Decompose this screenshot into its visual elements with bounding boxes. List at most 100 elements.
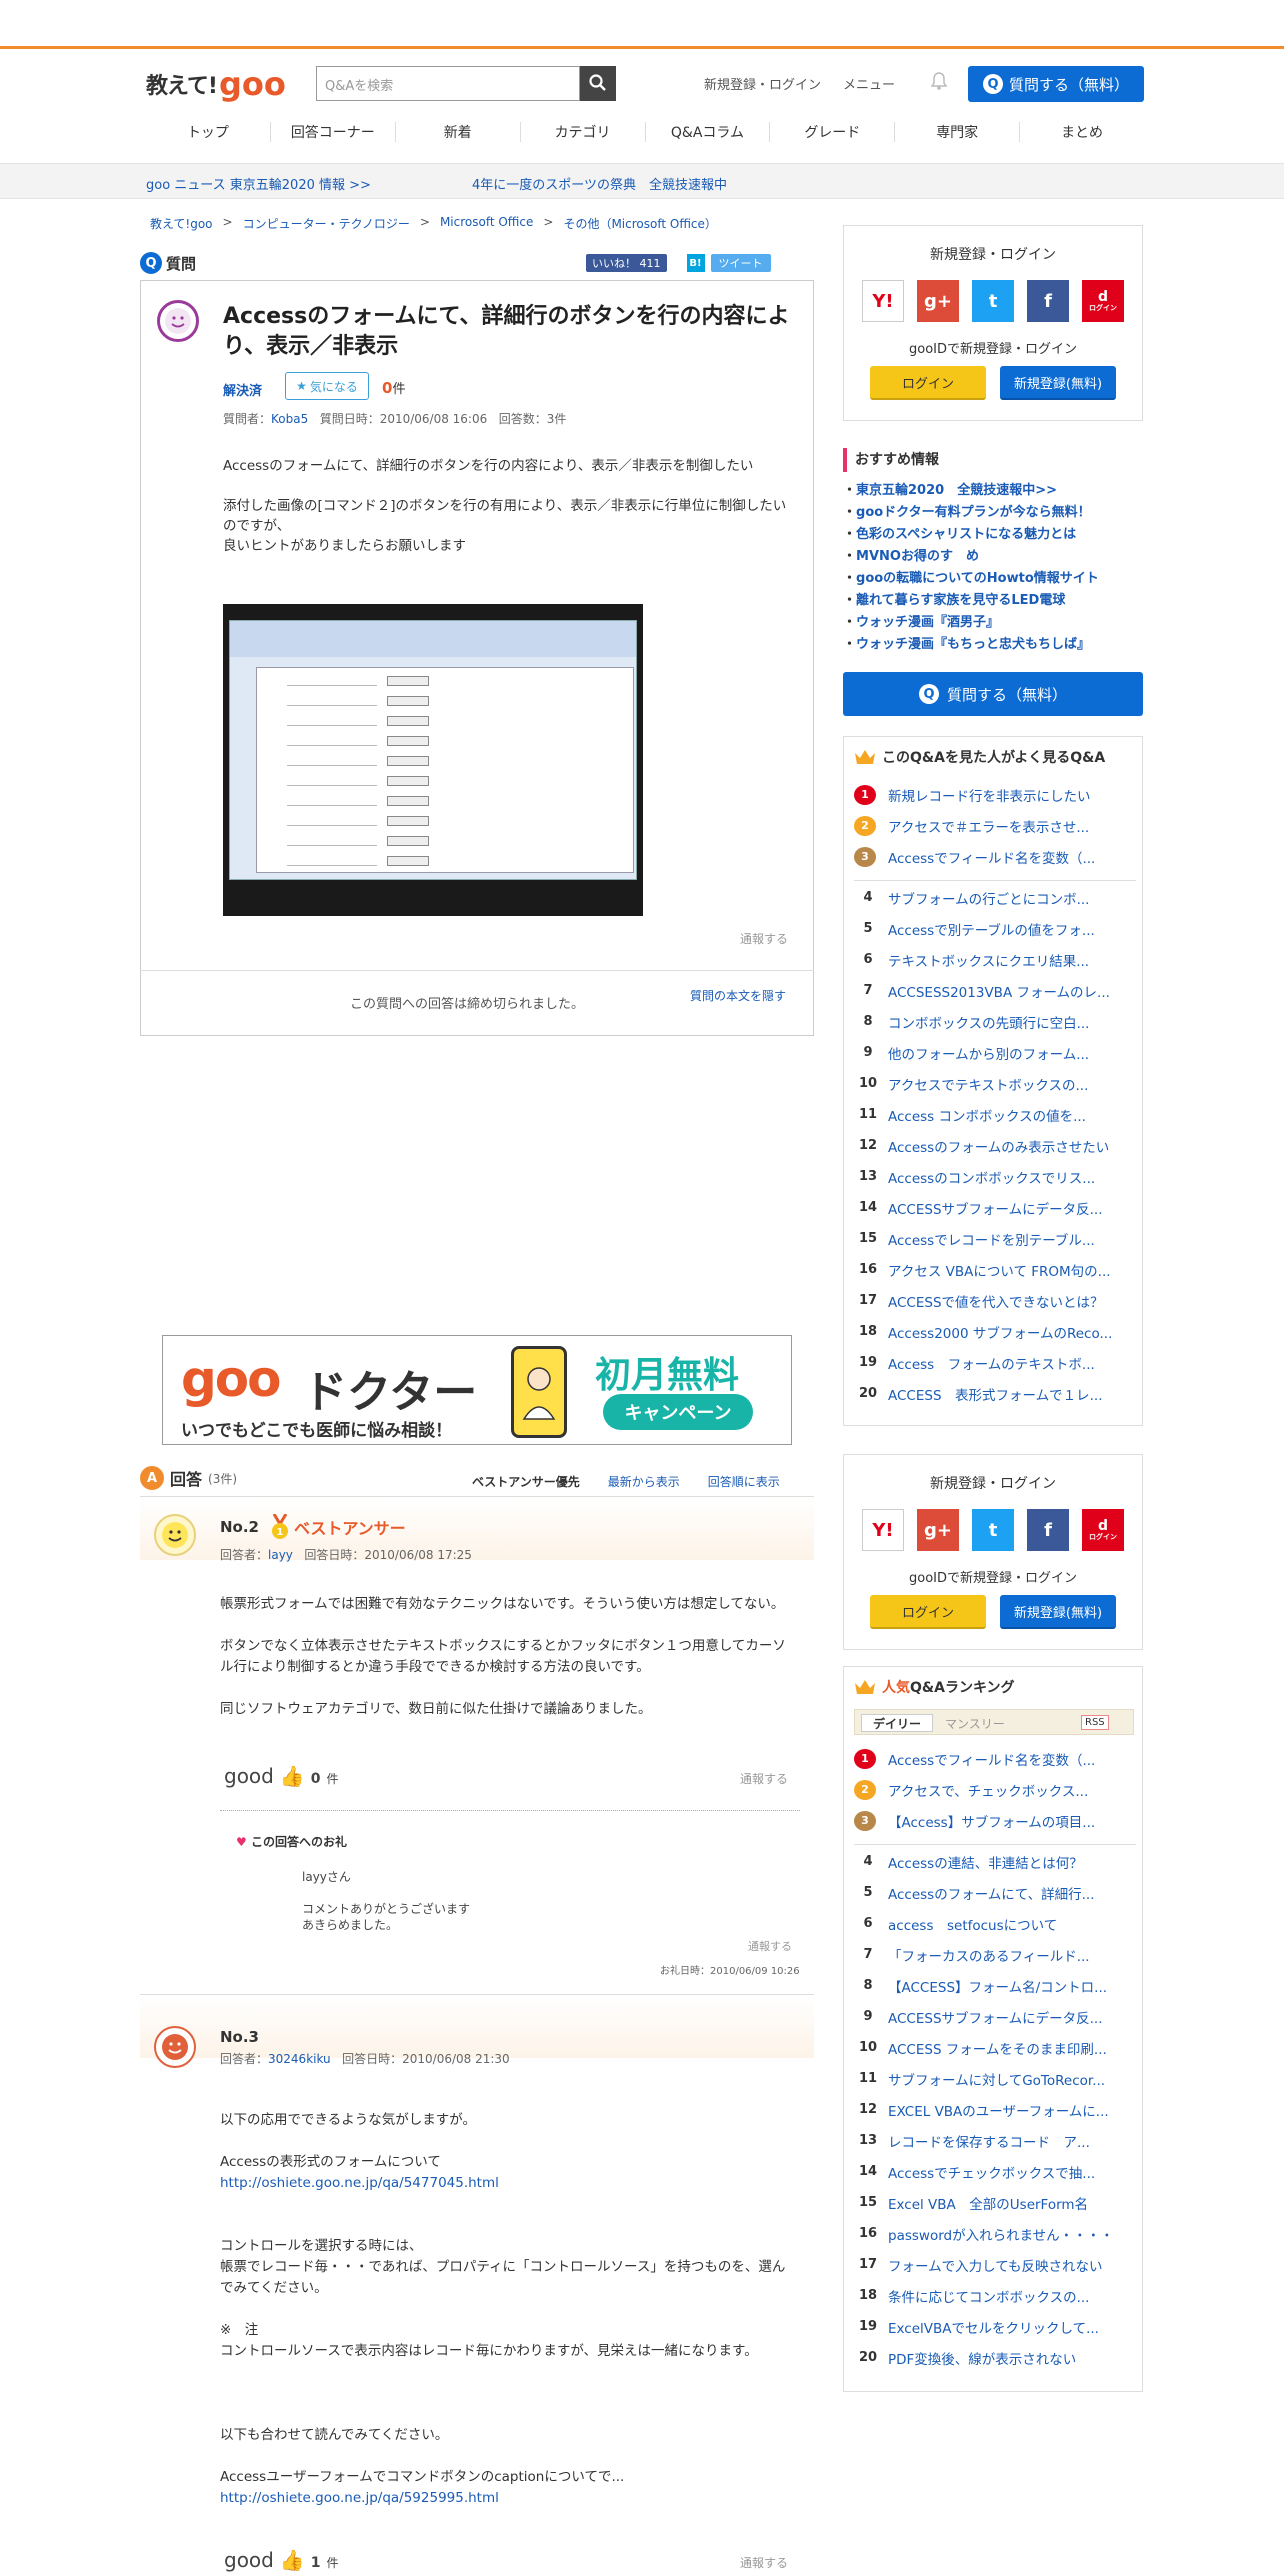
recommended-item[interactable]: MVNOお得のす め — [843, 546, 1143, 568]
news-link-2[interactable]: 4年に一度のスポーツの祭典 全競技速報中 — [472, 174, 727, 193]
sort-best[interactable]: ベストアンサー優先 — [472, 1473, 580, 1490]
report-link[interactable]: 通報する — [740, 2554, 788, 2571]
goo-doctor-ad[interactable]: goo ドクター いつでもどこでも医師に悩み相談！ 初月無料 キャンペーン — [162, 1335, 792, 1445]
recommended-item[interactable]: gooドクター有料プランが今なら無料！ — [843, 502, 1143, 524]
report-link[interactable]: 通報する — [748, 1938, 792, 1954]
related-qa-item[interactable]: 18 Access2000 サブフォームのReco... — [854, 1316, 1136, 1347]
watch-button[interactable]: ★ 気になる — [285, 372, 369, 400]
recommended-item[interactable]: 色彩のスペシャリストになる魅力とは — [843, 524, 1143, 546]
google-plus-icon[interactable]: g+ — [917, 1509, 959, 1551]
nav-answer-corner[interactable]: 回答コーナー — [271, 122, 396, 142]
related-qa-item[interactable]: 17 ACCESSで値を代入できないとは？ — [854, 1285, 1136, 1316]
related-qa-item[interactable]: 1 新規レコード行を非表示にしたい — [854, 779, 1136, 810]
nav-category[interactable]: カテゴリ — [521, 122, 646, 142]
ranking-item[interactable]: 6 access setfocusについて — [854, 1908, 1136, 1939]
search-button[interactable] — [580, 66, 616, 101]
report-link[interactable]: 通報する — [740, 1770, 788, 1787]
rss-icon[interactable]: RSS — [1081, 1715, 1109, 1730]
ranking-item[interactable]: 10 ACCESS フォームをそのまま印刷... — [854, 2032, 1136, 2063]
ranking-item[interactable]: 19 ExcelVBAでセルをクリックして... — [854, 2311, 1136, 2342]
related-qa-item[interactable]: 12 Accessのフォームのみ表示させたい — [854, 1130, 1136, 1161]
related-qa-item[interactable]: 19 Access フォームのテキストボ... — [854, 1347, 1136, 1378]
good-button[interactable]: good 👍 1件 — [224, 2548, 339, 2572]
nav-expert[interactable]: 専門家 — [895, 122, 1021, 142]
sort-oldest[interactable]: 回答順に表示 — [708, 1473, 780, 1490]
related-qa-item[interactable]: 9 他のフォームから別のフォーム... — [854, 1037, 1136, 1068]
author-link[interactable]: layy — [268, 1548, 293, 1562]
recommended-item[interactable]: gooの転職についてのHowto情報サイト — [843, 568, 1143, 590]
like-button[interactable]: いいね！ 411 — [586, 254, 667, 272]
related-qa-item[interactable]: 10 アクセスでテキストボックスの... — [854, 1068, 1136, 1099]
related-qa-item[interactable]: 7 ACCSESS2013VBA フォームのレ... — [854, 975, 1136, 1006]
nav-new[interactable]: 新着 — [396, 122, 521, 142]
ask-question-button[interactable]: Q 質問する（無料） — [968, 66, 1144, 102]
docomo-icon[interactable]: d ログイン — [1082, 280, 1124, 322]
ranking-item[interactable]: 15 Excel VBA 全部のUserForm名 — [854, 2187, 1136, 2218]
report-link[interactable]: 通報する — [740, 930, 788, 947]
ranking-item[interactable]: 8 【ACCESS】フォーム名/コントロ... — [854, 1970, 1136, 2001]
ranking-item[interactable]: 3 【Access】サブフォームの項目... — [854, 1805, 1136, 1836]
ranking-item[interactable]: 16 passwordが入れられません・・・・ — [854, 2218, 1136, 2249]
login-link[interactable]: 新規登録・ログイン — [704, 74, 821, 93]
hatena-bookmark-icon[interactable]: B! — [686, 254, 705, 272]
hide-body-link[interactable]: 質問の本文を隠す — [690, 987, 786, 1004]
register-button[interactable]: 新規登録(無料) — [1000, 366, 1116, 400]
ranking-item[interactable]: 13 レコードを保存するコード ア... — [854, 2125, 1136, 2156]
recommended-item[interactable]: 離れて暮らす家族を見守るLED電球 — [843, 590, 1143, 612]
recommended-item[interactable]: 東京五輪2020 全競技速報中>> — [843, 480, 1143, 502]
related-qa-item[interactable]: 8 コンボボックスの先頭行に空白... — [854, 1006, 1136, 1037]
related-qa-item[interactable]: 5 Accessで別テーブルの値をフォ... — [854, 913, 1136, 944]
related-qa-item[interactable]: 14 ACCESSサブフォームにデータ反... — [854, 1192, 1136, 1223]
facebook-icon[interactable]: f — [1027, 1509, 1069, 1551]
related-qa-item[interactable]: 15 Accessでレコードを別テーブル... — [854, 1223, 1136, 1254]
ranking-item[interactable]: 17 フォームで入力しても反映されない — [854, 2249, 1136, 2280]
menu-link[interactable]: メニュー — [843, 74, 895, 93]
author-link[interactable]: Koba5 — [271, 412, 308, 426]
nav-summary[interactable]: まとめ — [1020, 122, 1144, 142]
related-qa-item[interactable]: 11 Access コンボボックスの値を... — [854, 1099, 1136, 1130]
ranking-item[interactable]: 12 EXCEL VBAのユーザーフォームに... — [854, 2094, 1136, 2125]
bell-icon[interactable] — [930, 71, 948, 95]
ranking-item[interactable]: 2 アクセスで、チェックボックス... — [854, 1774, 1136, 1805]
answer-link[interactable]: http://oshiete.goo.ne.jp/qa/5925995.html — [220, 2490, 499, 2506]
register-button[interactable]: 新規登録(無料) — [1000, 1595, 1116, 1629]
ranking-item[interactable]: 1 Accessでフィールド名を変数（... — [854, 1743, 1136, 1774]
answer-link[interactable]: http://oshiete.goo.ne.jp/qa/5477045.html — [220, 2175, 499, 2191]
login-button[interactable]: ログイン — [870, 1595, 986, 1629]
breadcrumb-item[interactable]: Microsoft Office — [440, 215, 533, 232]
ranking-item[interactable]: 9 ACCESSサブフォームにデータ反... — [854, 2001, 1136, 2032]
tab-daily[interactable]: デイリー — [861, 1714, 933, 1732]
docomo-icon[interactable]: d ログイン — [1082, 1509, 1124, 1551]
sort-newest[interactable]: 最新から表示 — [608, 1473, 680, 1490]
sidebar-ask-button[interactable]: Q 質問する（無料） — [843, 672, 1143, 716]
ranking-item[interactable]: 7 「フォーカスのあるフィールド... — [854, 1939, 1136, 1970]
recommended-item[interactable]: ウォッチ漫画『酒男子』 — [843, 612, 1143, 634]
breadcrumb-item[interactable]: 教えて!goo — [150, 215, 213, 232]
ranking-item[interactable]: 11 サブフォームに対してGoToRecor... — [854, 2063, 1136, 2094]
site-logo[interactable]: 教えて! goo — [146, 66, 286, 100]
nav-top[interactable]: トップ — [146, 122, 271, 142]
ranking-item[interactable]: 14 Accessでチェックボックスで抽... — [854, 2156, 1136, 2187]
yahoo-icon[interactable]: Y! — [862, 1509, 904, 1551]
tweet-button[interactable]: ツイート — [710, 254, 771, 272]
related-qa-item[interactable]: 13 Accessのコンボボックスでリス... — [854, 1161, 1136, 1192]
ranking-item[interactable]: 18 条件に応じてコンボボックスの... — [854, 2280, 1136, 2311]
yahoo-icon[interactable]: Y! — [862, 280, 904, 322]
twitter-icon[interactable]: t — [972, 1509, 1014, 1551]
ranking-item[interactable]: 5 Accessのフォームにて、詳細行... — [854, 1877, 1136, 1908]
related-qa-item[interactable]: 20 ACCESS 表形式フォームで１レ... — [854, 1378, 1136, 1409]
related-qa-item[interactable]: 2 アクセスで＃エラーを表示させ... — [854, 810, 1136, 841]
attached-screenshot[interactable] — [223, 604, 643, 916]
nav-column[interactable]: Q&Aコラム — [646, 122, 771, 142]
ranking-item[interactable]: 20 PDF変換後、線が表示されない — [854, 2342, 1136, 2373]
nav-grade[interactable]: グレード — [770, 122, 896, 142]
google-plus-icon[interactable]: g+ — [917, 280, 959, 322]
facebook-icon[interactable]: f — [1027, 280, 1069, 322]
news-link-1[interactable]: goo ニュース 東京五輪2020 情報 >> — [146, 174, 371, 193]
good-button[interactable]: good 👍 0件 — [224, 1764, 339, 1788]
tab-monthly[interactable]: マンスリー — [945, 1715, 1005, 1732]
twitter-icon[interactable]: t — [972, 280, 1014, 322]
login-button[interactable]: ログイン — [870, 366, 986, 400]
related-qa-item[interactable]: 4 サブフォームの行ごとにコンボ... — [854, 882, 1136, 913]
breadcrumb-item[interactable]: その他（Microsoft Office） — [563, 215, 716, 232]
